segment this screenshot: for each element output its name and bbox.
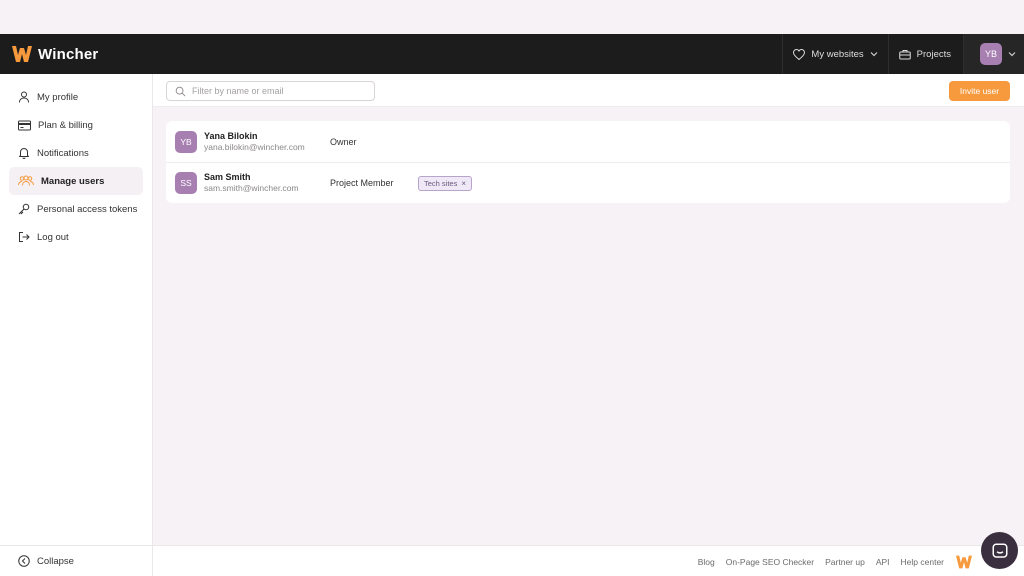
credit-card-icon	[18, 120, 31, 130]
users-icon	[18, 175, 34, 186]
footer-link-api[interactable]: API	[876, 557, 890, 567]
sidebar-item-my-profile[interactable]: My profile	[9, 83, 143, 111]
chevron-left-circle-icon	[18, 555, 30, 567]
sidebar-item-manage-users[interactable]: Manage users	[9, 167, 143, 195]
invite-user-button[interactable]: Invite user	[949, 81, 1010, 101]
wincher-logo[interactable]: Wincher	[11, 44, 98, 64]
user-role: Owner	[330, 136, 357, 147]
search-input[interactable]	[192, 86, 362, 96]
table-row[interactable]: YB Yana Bilokin yana.bilokin@wincher.com…	[166, 121, 1010, 162]
user-name: Sam Smith	[204, 172, 251, 182]
sidebar-item-label: Plan & billing	[38, 119, 93, 131]
avatar: YB	[980, 43, 1002, 65]
user-email: yana.bilokin@wincher.com	[204, 141, 305, 152]
chat-icon	[992, 543, 1007, 558]
search-icon	[175, 86, 186, 96]
search-box[interactable]	[166, 81, 375, 101]
projects-button[interactable]: Projects	[887, 34, 963, 74]
sidebar: My profile Plan & billing Notifications …	[0, 74, 153, 576]
sidebar-nav: My profile Plan & billing Notifications …	[0, 74, 152, 251]
user-icon	[19, 91, 29, 103]
footer-link-blog[interactable]: Blog	[698, 557, 715, 567]
avatar: SS	[175, 172, 197, 194]
users-toolbar: Invite user	[153, 74, 1024, 107]
sidebar-item-plan-billing[interactable]: Plan & billing	[9, 111, 143, 139]
avatar: YB	[175, 130, 197, 153]
bell-icon	[19, 148, 29, 159]
my-websites-label: My websites	[811, 48, 864, 60]
user-role: Project Member	[330, 178, 394, 188]
users-list: YB Yana Bilokin yana.bilokin@wincher.com…	[166, 121, 1010, 203]
footer-link-partner-up[interactable]: Partner up	[825, 557, 865, 567]
briefcase-icon	[898, 49, 911, 59]
sidebar-item-label: Manage users	[41, 175, 105, 187]
user-email: sam.smith@wincher.com	[204, 183, 299, 193]
footer: Blog On-Page SEO Checker Partner up API …	[153, 545, 1024, 576]
wincher-logo-icon	[12, 46, 32, 62]
sidebar-item-label: Personal access tokens	[37, 203, 138, 215]
top-strip	[0, 0, 1024, 34]
wincher-logo-icon	[956, 555, 972, 569]
sidebar-item-notifications[interactable]: Notifications	[9, 139, 143, 167]
sidebar-item-label: My profile	[37, 91, 79, 103]
brand-name: Wincher	[38, 45, 99, 63]
project-tag: Tech sites ×	[418, 175, 473, 191]
footer-link-on-page-seo-checker[interactable]: On-Page SEO Checker	[726, 557, 814, 567]
chevron-down-icon	[870, 52, 878, 57]
footer-link-help-center[interactable]: Help center	[901, 557, 944, 567]
projects-label: Projects	[916, 48, 951, 60]
user-name: Yana Bilokin	[204, 130, 258, 141]
account-menu[interactable]: YB	[963, 34, 1024, 74]
key-icon	[18, 203, 30, 215]
project-tag-label: Tech sites	[424, 178, 458, 188]
chat-support-button[interactable]	[981, 532, 1018, 569]
collapse-label: Collapse	[37, 555, 74, 567]
sidebar-item-label: Log out	[37, 231, 69, 243]
my-websites-dropdown[interactable]: My websites	[782, 34, 887, 74]
collapse-button[interactable]: Collapse	[0, 545, 152, 576]
remove-tag-icon[interactable]: ×	[461, 179, 466, 188]
sidebar-item-label: Notifications	[37, 147, 89, 159]
heart-icon	[793, 48, 806, 60]
sidebar-item-log-out[interactable]: Log out	[9, 223, 143, 251]
table-row[interactable]: SS Sam Smith sam.smith@wincher.com Proje…	[166, 162, 1010, 203]
chevron-down-icon	[1008, 52, 1016, 57]
sidebar-item-personal-access-tokens[interactable]: Personal access tokens	[9, 195, 143, 223]
logout-icon	[19, 232, 30, 242]
top-header: Wincher My websites Projects YB	[0, 34, 1024, 74]
